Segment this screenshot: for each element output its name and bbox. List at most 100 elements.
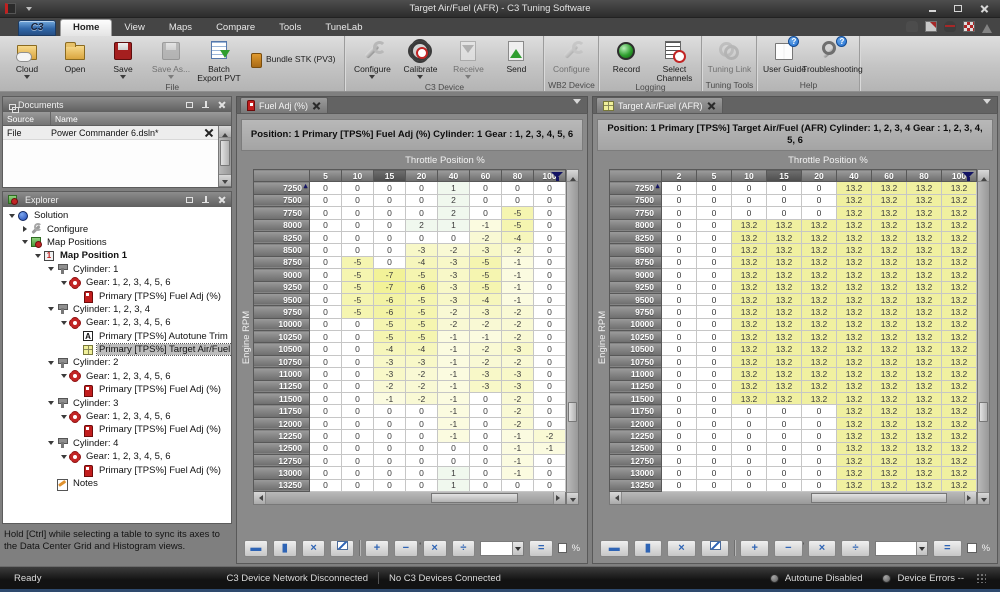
cell-12500-80[interactable]: 13.2 bbox=[907, 442, 942, 454]
cell-11500-15[interactable]: 13.2 bbox=[767, 393, 802, 405]
cell-13250-80[interactable]: 13.2 bbox=[907, 479, 942, 491]
ribbon-tab-home[interactable]: Home bbox=[60, 19, 112, 36]
cell-11250-5[interactable]: 0 bbox=[310, 380, 342, 392]
cell-9250-60[interactable]: 13.2 bbox=[872, 281, 907, 293]
cell-8000-10[interactable]: 13.2 bbox=[732, 219, 767, 231]
cell-8500-2[interactable]: 0 bbox=[662, 244, 697, 256]
cell-7500-2[interactable]: 0 bbox=[662, 194, 697, 206]
cell-10750-40[interactable]: -1 bbox=[438, 355, 470, 367]
cell-10500-80[interactable]: 13.2 bbox=[907, 343, 942, 355]
column-header-100[interactable]: 100 bbox=[942, 170, 977, 182]
cell-11250-15[interactable]: -2 bbox=[374, 380, 406, 392]
tree-item-gear-1-2-3-4-5-6[interactable]: Gear: 1, 2, 3, 4, 5, 6 bbox=[3, 316, 231, 329]
cell-8000-5[interactable]: 0 bbox=[697, 219, 732, 231]
cell-11000-5[interactable]: 0 bbox=[697, 368, 732, 380]
cell-8000-40[interactable]: 1 bbox=[438, 219, 470, 231]
cell-8750-10[interactable]: 13.2 bbox=[732, 256, 767, 268]
combobox-value[interactable] bbox=[481, 542, 512, 555]
cell-11500-20[interactable]: -2 bbox=[406, 393, 438, 405]
row-header-10250[interactable]: 10250 bbox=[610, 331, 662, 343]
cell-11250-100[interactable]: 0 bbox=[534, 380, 566, 392]
cell-11500-15[interactable]: -1 bbox=[374, 393, 406, 405]
close-panel-button[interactable] bbox=[216, 195, 227, 205]
row-header-12250[interactable]: 12250 bbox=[254, 430, 310, 442]
row-header-9250[interactable]: 9250 bbox=[610, 281, 662, 293]
cell-12000-100[interactable]: 0 bbox=[534, 417, 566, 429]
cell-7250-20[interactable]: 0 bbox=[802, 182, 837, 194]
row-header-11250[interactable]: 11250 bbox=[610, 380, 662, 392]
combobox-dropdown-icon[interactable] bbox=[916, 542, 927, 555]
configure-button[interactable]: Configure bbox=[348, 37, 396, 82]
cell-13250-20[interactable]: 0 bbox=[802, 479, 837, 491]
cell-9750-40[interactable]: -2 bbox=[438, 306, 470, 318]
cell-9750-80[interactable]: -2 bbox=[502, 306, 534, 318]
interpolate-rows-button[interactable]: ▬ bbox=[600, 540, 629, 557]
troubleshooting-button[interactable]: Troubleshooting bbox=[808, 37, 856, 80]
cell-7750-2[interactable]: 0 bbox=[662, 207, 697, 219]
cell-11000-15[interactable]: -3 bbox=[374, 368, 406, 380]
cell-9250-20[interactable]: 13.2 bbox=[802, 281, 837, 293]
cell-11250-20[interactable]: -2 bbox=[406, 380, 438, 392]
cell-7250-40[interactable]: 1 bbox=[438, 182, 470, 194]
row-header-7250[interactable]: 7250▲ bbox=[610, 182, 662, 194]
cell-9750-20[interactable]: -5 bbox=[406, 306, 438, 318]
cell-7750-10[interactable]: 0 bbox=[342, 207, 374, 219]
tree-expander-icon[interactable] bbox=[59, 318, 69, 328]
cell-7750-15[interactable]: 0 bbox=[374, 207, 406, 219]
cell-9250-10[interactable]: -5 bbox=[342, 281, 374, 293]
cell-9000-60[interactable]: 13.2 bbox=[872, 269, 907, 281]
divide-button[interactable]: ÷ bbox=[841, 540, 870, 557]
row-header-10750[interactable]: 10750 bbox=[254, 355, 310, 367]
tree-item-cylinder-4[interactable]: Cylinder: 4 bbox=[3, 437, 231, 450]
cell-8500-60[interactable]: -3 bbox=[470, 244, 502, 256]
column-header-20[interactable]: 20 bbox=[802, 170, 837, 182]
edit-graph-button[interactable] bbox=[701, 540, 730, 557]
cell-9000-15[interactable]: -7 bbox=[374, 269, 406, 281]
cell-10500-2[interactable]: 0 bbox=[662, 343, 697, 355]
tree-item-solution[interactable]: Solution bbox=[3, 209, 231, 222]
cell-11750-5[interactable]: 0 bbox=[697, 405, 732, 417]
set-equal-button[interactable]: = bbox=[529, 540, 553, 557]
cell-8000-80[interactable]: 13.2 bbox=[907, 219, 942, 231]
cell-11750-20[interactable]: 0 bbox=[406, 405, 438, 417]
tree-expander-icon[interactable] bbox=[20, 224, 30, 234]
cell-11000-10[interactable]: 13.2 bbox=[732, 368, 767, 380]
cell-8500-5[interactable]: 0 bbox=[310, 244, 342, 256]
cell-8250-2[interactable]: 0 bbox=[662, 231, 697, 243]
cell-9250-15[interactable]: 13.2 bbox=[767, 281, 802, 293]
row-header-9500[interactable]: 9500 bbox=[610, 293, 662, 305]
column-header-name[interactable]: Name bbox=[51, 112, 82, 125]
tree-item-primary-tps-fuel-adj[interactable]: Primary [TPS%] Fuel Adj (%) bbox=[3, 423, 231, 436]
cell-7500-100[interactable]: 13.2 bbox=[942, 194, 977, 206]
cell-10500-60[interactable]: 13.2 bbox=[872, 343, 907, 355]
value-combobox[interactable] bbox=[875, 541, 928, 556]
bundle-stk-pv3-button[interactable]: Bundle STK (PV3) bbox=[243, 50, 341, 70]
cell-11750-100[interactable]: 0 bbox=[534, 405, 566, 417]
cell-8750-40[interactable]: -3 bbox=[438, 256, 470, 268]
interpolate-columns-button[interactable]: ▮ bbox=[634, 540, 663, 557]
cell-9750-5[interactable]: 0 bbox=[310, 306, 342, 318]
cell-12500-40[interactable]: 0 bbox=[438, 442, 470, 454]
cell-9500-5[interactable]: 0 bbox=[310, 293, 342, 305]
cell-10500-5[interactable]: 0 bbox=[310, 343, 342, 355]
row-header-11500[interactable]: 11500 bbox=[254, 393, 310, 405]
cell-8750-10[interactable]: -5 bbox=[342, 256, 374, 268]
cell-8750-60[interactable]: -5 bbox=[470, 256, 502, 268]
column-header-40[interactable]: 40 bbox=[438, 170, 470, 182]
cell-8750-20[interactable]: -4 bbox=[406, 256, 438, 268]
cell-12750-40[interactable]: 13.2 bbox=[837, 454, 872, 466]
scroll-right-button[interactable] bbox=[964, 492, 976, 504]
cell-7250-20[interactable]: 0 bbox=[406, 182, 438, 194]
combobox-dropdown-icon[interactable] bbox=[512, 542, 523, 555]
cell-10750-10[interactable]: 13.2 bbox=[732, 355, 767, 367]
cell-9750-40[interactable]: 13.2 bbox=[837, 306, 872, 318]
application-menu-button[interactable]: C3 bbox=[18, 20, 56, 36]
cell-9000-80[interactable]: -1 bbox=[502, 269, 534, 281]
cell-13000-80[interactable]: -1 bbox=[502, 467, 534, 479]
cell-13000-20[interactable]: 0 bbox=[406, 467, 438, 479]
cell-12000-5[interactable]: 0 bbox=[697, 417, 732, 429]
cell-10500-10[interactable]: 13.2 bbox=[732, 343, 767, 355]
cell-10000-10[interactable]: 13.2 bbox=[732, 318, 767, 330]
cell-13250-15[interactable]: 0 bbox=[767, 479, 802, 491]
cell-11750-10[interactable]: 0 bbox=[342, 405, 374, 417]
